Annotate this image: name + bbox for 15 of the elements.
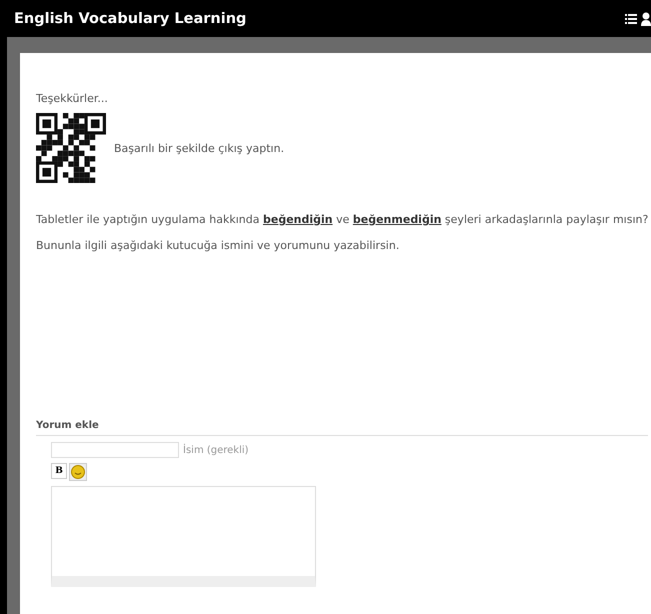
status-message: Başarılı bir şekilde çıkış yaptın. (114, 142, 284, 154)
name-field[interactable] (51, 442, 179, 458)
menu-icon[interactable] (625, 14, 637, 24)
thanks-text: Teşekkürler... (36, 92, 109, 105)
smiley-icon (71, 465, 85, 479)
app-title: English Vocabulary Learning (14, 10, 246, 26)
field-label: İsim (gerekli) (183, 444, 249, 456)
section-heading: Yorum ekle (36, 420, 648, 436)
emoji-button[interactable] (69, 463, 87, 481)
paragraph: Bununla ilgili aşağıdaki kutucuğa ismini ve yorumunu yazabilirsin. (36, 239, 400, 252)
qr-code-icon (36, 113, 106, 183)
comment-field[interactable] (51, 486, 316, 587)
user-icon[interactable] (641, 12, 651, 26)
paragraph: Tabletler ile yaptığın uygulama hakkında beğendiğin ve beğenmediğin şeyleri arkadaşlarınla paylaşır mısın? (36, 213, 648, 226)
bold-button[interactable]: B (51, 463, 67, 479)
